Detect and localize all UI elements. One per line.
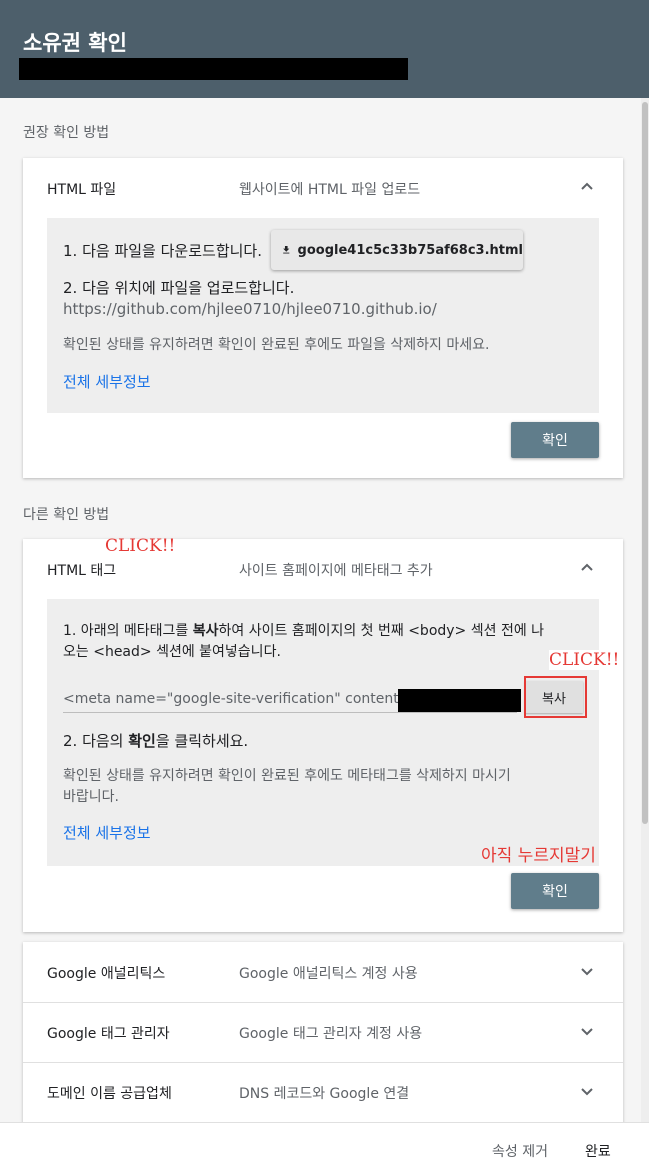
method-subtitle: DNS 레코드와 Google 연결 xyxy=(239,1086,410,1102)
method-row-analytics[interactable]: Google 애널리틱스 Google 애널리틱스 계정 사용 xyxy=(23,942,623,1002)
annotation-dont-press: 아직 누르지말기 xyxy=(481,846,596,866)
full-details-link[interactable]: 전체 세부정보 xyxy=(63,822,151,843)
method-subtitle: Google 애널리틱스 계정 사용 xyxy=(239,966,418,982)
method-title: Google 태그 관리자 xyxy=(47,1026,170,1042)
method-title: 도메인 이름 공급업체 xyxy=(47,1086,172,1102)
html-tag-title[interactable]: HTML 태그 xyxy=(47,560,116,580)
method-title: Google 애널리틱스 xyxy=(47,966,166,982)
chevron-up-icon[interactable] xyxy=(575,175,599,199)
html-tag-card: HTML 태그 사이트 홈페이지에 메타태그 추가 1. 아래의 메타태그를 복… xyxy=(23,539,623,932)
html-file-title[interactable]: HTML 파일 xyxy=(47,179,116,199)
download-file-button[interactable]: google41c5c33b75af68c3.html xyxy=(271,230,523,270)
download-file-name: google41c5c33b75af68c3.html xyxy=(297,242,523,258)
keep-file-note: 확인된 상태를 유지하려면 확인이 완료된 후에도 파일을 삭제하지 마세요. xyxy=(63,337,490,353)
done-button[interactable]: 완료 xyxy=(585,1141,611,1161)
chevron-down-icon[interactable] xyxy=(575,959,599,983)
redacted-property-url xyxy=(19,58,408,80)
confirm-button-html-tag[interactable]: 확인 xyxy=(511,873,599,909)
html-file-instructions: 1. 다음 파일을 다운로드합니다. google41c5c33b75af68c… xyxy=(47,218,599,413)
chevron-down-icon[interactable] xyxy=(575,1079,599,1103)
annotation-click-copy: CLICK!! xyxy=(549,650,620,670)
other-methods-label: 다른 확인 방법 xyxy=(23,507,110,523)
dialog-title: 소유권 확인 xyxy=(23,31,127,55)
step2-text: 2. 다음 위치에 파일을 업로드합니다. xyxy=(63,279,295,297)
scrollbar-thumb[interactable] xyxy=(642,102,648,824)
step1-text: 1. 다음 파일을 다운로드합니다. xyxy=(63,242,262,260)
html-file-subtitle: 웹사이트에 HTML 파일 업로드 xyxy=(239,182,421,198)
full-details-link[interactable]: 전체 세부정보 xyxy=(63,371,151,392)
method-subtitle: Google 태그 관리자 계정 사용 xyxy=(239,1026,423,1042)
keep-meta-note: 확인된 상태를 유지하려면 확인이 완료된 후에도 메타태그를 삭제하지 마시기… xyxy=(63,768,511,805)
redacted-verification-content xyxy=(398,689,521,712)
chevron-up-icon[interactable] xyxy=(575,556,599,580)
remove-property-button[interactable]: 속성 제거 xyxy=(492,1141,548,1161)
dialog-footer: 속성 제거 완료 xyxy=(0,1122,649,1175)
download-icon xyxy=(283,246,290,254)
upload-url: https://github.com/hjlee0710/hjlee0710.g… xyxy=(63,300,437,318)
annotation-click-tag: CLICK!! xyxy=(105,536,176,556)
method-row-domain-provider[interactable]: 도메인 이름 공급업체 DNS 레코드와 Google 연결 xyxy=(23,1063,623,1122)
dialog-header: 소유권 확인 xyxy=(0,0,649,98)
meta-step1-text: 1. 아래의 메타태그를 복사하여 사이트 홈페이지의 첫 번째 <body> … xyxy=(63,623,545,660)
other-methods-list: Google 애널리틱스 Google 애널리틱스 계정 사용 Google 태… xyxy=(23,942,623,1122)
annotation-copy-box xyxy=(524,676,587,718)
meta-step2-text: 2. 다음의 확인을 클릭하세요. xyxy=(63,732,249,750)
chevron-down-icon[interactable] xyxy=(575,1019,599,1043)
dialog-body[interactable]: 권장 확인 방법 HTML 파일 웹사이트에 HTML 파일 업로드 1. 다음… xyxy=(0,98,641,1122)
confirm-button-html-file[interactable]: 확인 xyxy=(511,422,599,458)
html-file-card: HTML 파일 웹사이트에 HTML 파일 업로드 1. 다음 파일을 다운로드… xyxy=(23,158,623,478)
html-tag-subtitle: 사이트 홈페이지에 메타태그 추가 xyxy=(239,563,433,579)
recommended-label: 권장 확인 방법 xyxy=(23,125,110,141)
method-row-tag-manager[interactable]: Google 태그 관리자 Google 태그 관리자 계정 사용 xyxy=(23,1003,623,1062)
html-tag-instructions: 1. 아래의 메타태그를 복사하여 사이트 홈페이지의 첫 번째 <body> … xyxy=(47,599,599,866)
